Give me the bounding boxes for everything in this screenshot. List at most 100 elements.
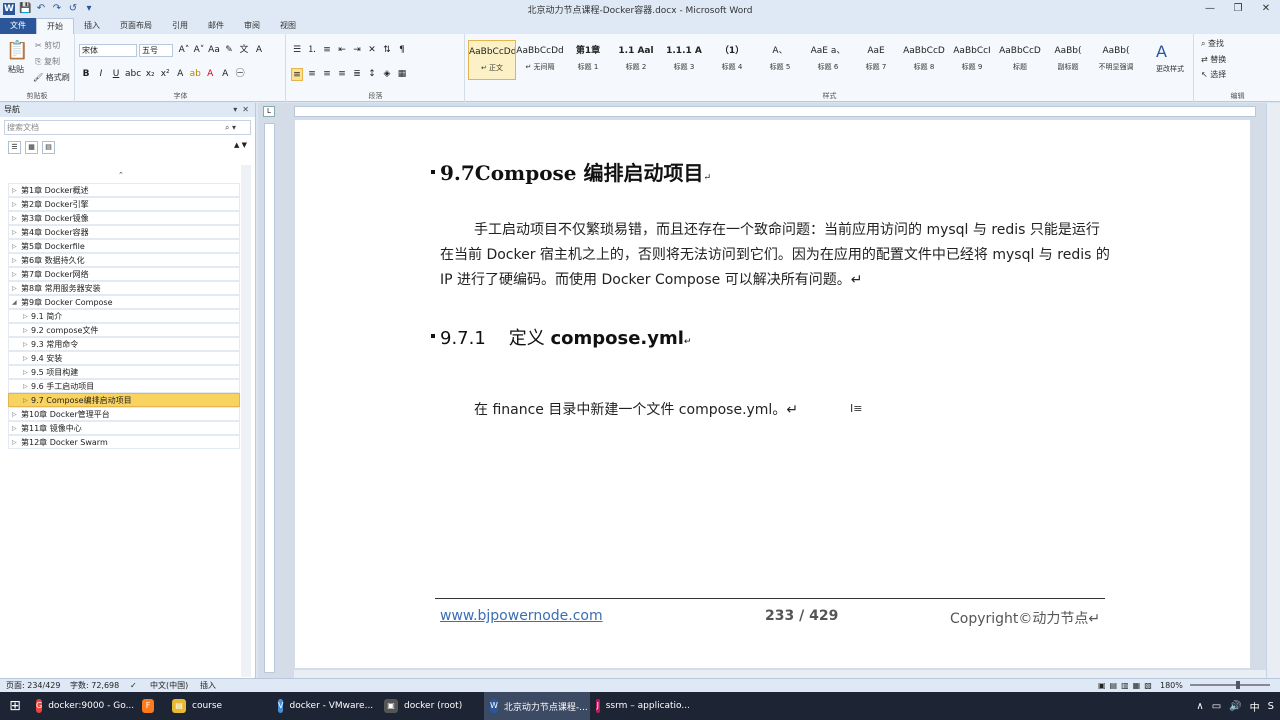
redo-icon[interactable]: ↷ — [51, 3, 63, 15]
undo-icon[interactable]: ↶ — [35, 3, 47, 15]
nav-heading-item[interactable]: ▷ 9.7 Compose编排启动项目 — [8, 393, 240, 407]
collapsed-triangle-icon[interactable]: ▷ — [12, 184, 17, 197]
nav-heading-item[interactable]: ▷ 第11章 镜像中心 — [8, 421, 240, 435]
italic-icon[interactable]: I — [95, 68, 107, 81]
collapsed-triangle-icon[interactable]: ▷ — [23, 324, 28, 337]
copy-button[interactable]: ⎘ 复制 — [35, 56, 60, 67]
taskbar-app[interactable]: W 北京动力节点课程-... — [484, 692, 590, 720]
nav-pane-controls[interactable]: ▾ ✕ — [233, 103, 249, 117]
taskbar-app[interactable]: F — [136, 692, 166, 720]
shading-icon[interactable]: ◈ — [381, 68, 393, 81]
style-item[interactable]: AaBb(副标题 — [1044, 40, 1092, 80]
status-language[interactable]: 中文(中国) — [150, 679, 188, 692]
decrease-indent-icon[interactable]: ⇤ — [336, 44, 348, 57]
line-spacing-icon[interactable]: ↕ — [366, 68, 378, 81]
view-buttons[interactable]: ▣▤▥▦▧ — [1098, 679, 1156, 692]
nav-heading-item[interactable]: ▷ 9.4 安装 — [8, 351, 240, 365]
results-view-icon[interactable]: ▤ — [42, 140, 55, 154]
font-name-dropdown[interactable]: 宋体 — [79, 44, 137, 57]
change-case-icon[interactable]: Aa — [208, 44, 220, 57]
heading-9-7[interactable]: 9.7Compose 编排启动项目↵ — [431, 157, 711, 186]
vertical-scrollbar[interactable] — [1266, 103, 1280, 678]
nav-search-input[interactable]: 搜索文档 ⌕ ▾ — [4, 120, 251, 135]
style-item[interactable]: AaBbCcDd ↵ 正文 — [468, 40, 516, 80]
status-page[interactable]: 页面: 234/429 — [6, 679, 60, 692]
nav-heading-item[interactable]: ▷ 第7章 Docker网络 — [8, 267, 240, 281]
collapse-up-icon[interactable]: ⌃ — [118, 171, 124, 179]
collapsed-triangle-icon[interactable]: ▷ — [23, 366, 28, 379]
nav-heading-item[interactable]: ▷ 第2章 Docker引擎 — [8, 197, 240, 211]
collapsed-triangle-icon[interactable]: ▷ — [23, 394, 28, 407]
superscript-icon[interactable]: x² — [159, 68, 171, 81]
nav-heading-item[interactable]: ▷ 第3章 Docker镜像 — [8, 211, 240, 225]
select-button[interactable]: ↖ 选择 — [1201, 69, 1226, 80]
nav-arrows-icon[interactable]: ▲ ▼ — [234, 140, 247, 153]
body-paragraph-2[interactable]: 在 finance 目录中新建一个文件 compose.yml。↵ — [474, 399, 798, 419]
nav-heading-item[interactable]: ▷ 9.6 手工启动项目 — [8, 379, 240, 393]
change-styles-icon[interactable]: A — [1156, 42, 1167, 61]
find-button[interactable]: ⌕ 查找 — [1201, 38, 1224, 49]
tab-selector-icon[interactable]: L — [263, 106, 275, 117]
maximize-button[interactable]: ❐ — [1224, 0, 1252, 18]
change-styles-button[interactable]: 更改样式 — [1156, 64, 1184, 74]
nav-heading-item[interactable]: ▷ 9.2 compose文件 — [8, 323, 240, 337]
nav-heading-item[interactable]: ▷ 第6章 数据持久化 — [8, 253, 240, 267]
format-painter-button[interactable]: 🖌 格式刷 — [33, 72, 70, 83]
status-word-count[interactable]: 字数: 72,698 — [70, 679, 119, 692]
show-marks-icon[interactable]: ¶ — [396, 44, 408, 57]
char-border-icon[interactable]: A — [253, 44, 265, 57]
save-icon[interactable]: 💾 — [19, 3, 31, 15]
collapsed-triangle-icon[interactable]: ▷ — [12, 436, 17, 449]
nav-heading-item[interactable]: ▷ 第8章 常用服务器安装 — [8, 281, 240, 295]
cut-button[interactable]: ✂ 剪切 — [35, 40, 60, 51]
style-item[interactable]: A、 标题 5 — [756, 40, 804, 80]
collapsed-triangle-icon[interactable]: ▷ — [12, 240, 17, 253]
enclose-char-icon[interactable]: ㊀ — [234, 68, 246, 81]
paste-button[interactable]: 粘贴 — [8, 64, 24, 75]
headings-view-icon[interactable]: ☰ — [8, 140, 21, 154]
tab-page-layout[interactable]: 页面布局 — [110, 18, 162, 34]
char-shading-icon[interactable]: A — [219, 68, 231, 81]
align-right-icon[interactable]: ≡ — [321, 68, 333, 81]
nav-scrollbar[interactable] — [241, 165, 251, 677]
nav-heading-item[interactable]: ▷ 9.5 项目构建 — [8, 365, 240, 379]
expanded-triangle-icon[interactable]: ◢ — [12, 296, 17, 309]
justify-icon[interactable]: ≡ — [336, 68, 348, 81]
align-center-icon[interactable]: ≡ — [306, 68, 318, 81]
nav-heading-item[interactable]: ▷ 第12章 Docker Swarm — [8, 435, 240, 449]
nav-heading-item[interactable]: ▷ 第5章 Dockerfile — [8, 239, 240, 253]
taskbar-app[interactable]: Gdocker:9000 - Go... — [30, 692, 136, 720]
font-color-icon[interactable]: A — [204, 68, 216, 81]
clear-format-icon[interactable]: ✎ — [223, 44, 235, 57]
shrink-font-icon[interactable]: A˅ — [193, 44, 205, 57]
tab-mailings[interactable]: 邮件 — [198, 18, 234, 34]
tab-references[interactable]: 引用 — [162, 18, 198, 34]
style-item[interactable]: AaBb(不明显强调 — [1092, 40, 1140, 80]
style-item[interactable]: AaBbCcD 标题 8 — [900, 40, 948, 80]
nav-heading-item[interactable]: ▷ 9.3 常用命令 — [8, 337, 240, 351]
tab-view[interactable]: 视图 — [270, 18, 306, 34]
underline-icon[interactable]: U — [110, 68, 122, 81]
status-zoom[interactable]: 180% — [1160, 679, 1183, 692]
bullets-icon[interactable]: ☰ — [291, 44, 303, 57]
tray-icon[interactable]: 中 — [1250, 699, 1260, 714]
windows-start-icon[interactable]: ⊞ — [0, 692, 30, 720]
style-item[interactable]: （1） 标题 4 — [708, 40, 756, 80]
tray-icon[interactable]: S — [1268, 701, 1274, 712]
subscript-icon[interactable]: x₂ — [144, 68, 156, 81]
taskbar-app[interactable]: Vdocker - VMware... — [272, 692, 378, 720]
document-page[interactable]: 9.7Compose 编排启动项目↵ 手工启动项目不仅繁琐易错，而且还存在一个致… — [295, 120, 1250, 668]
taskbar-app[interactable]: ▣ docker (root) — [378, 692, 484, 720]
repeat-icon[interactable]: ↺ — [67, 3, 79, 15]
heading-9-7-1[interactable]: 9.7.1 定义 compose.yml↵ — [431, 324, 691, 350]
highlight-icon[interactable]: ab — [189, 68, 201, 81]
nav-heading-item[interactable]: ◢ 第9章 Docker Compose — [8, 295, 240, 309]
collapsed-triangle-icon[interactable]: ▷ — [12, 226, 17, 239]
spellcheck-icon[interactable]: ✓ — [130, 679, 137, 692]
nav-heading-item[interactable]: ▷ 第1章 Docker概述 — [8, 183, 240, 197]
tab-insert[interactable]: 插入 — [74, 18, 110, 34]
collapsed-triangle-icon[interactable]: ▷ — [12, 408, 17, 421]
style-item[interactable]: 第1章 标题 1 — [564, 40, 612, 80]
horizontal-scrollbar[interactable] — [294, 670, 1266, 678]
taskbar-app[interactable]: Jssrm – applicatio... — [590, 692, 696, 720]
